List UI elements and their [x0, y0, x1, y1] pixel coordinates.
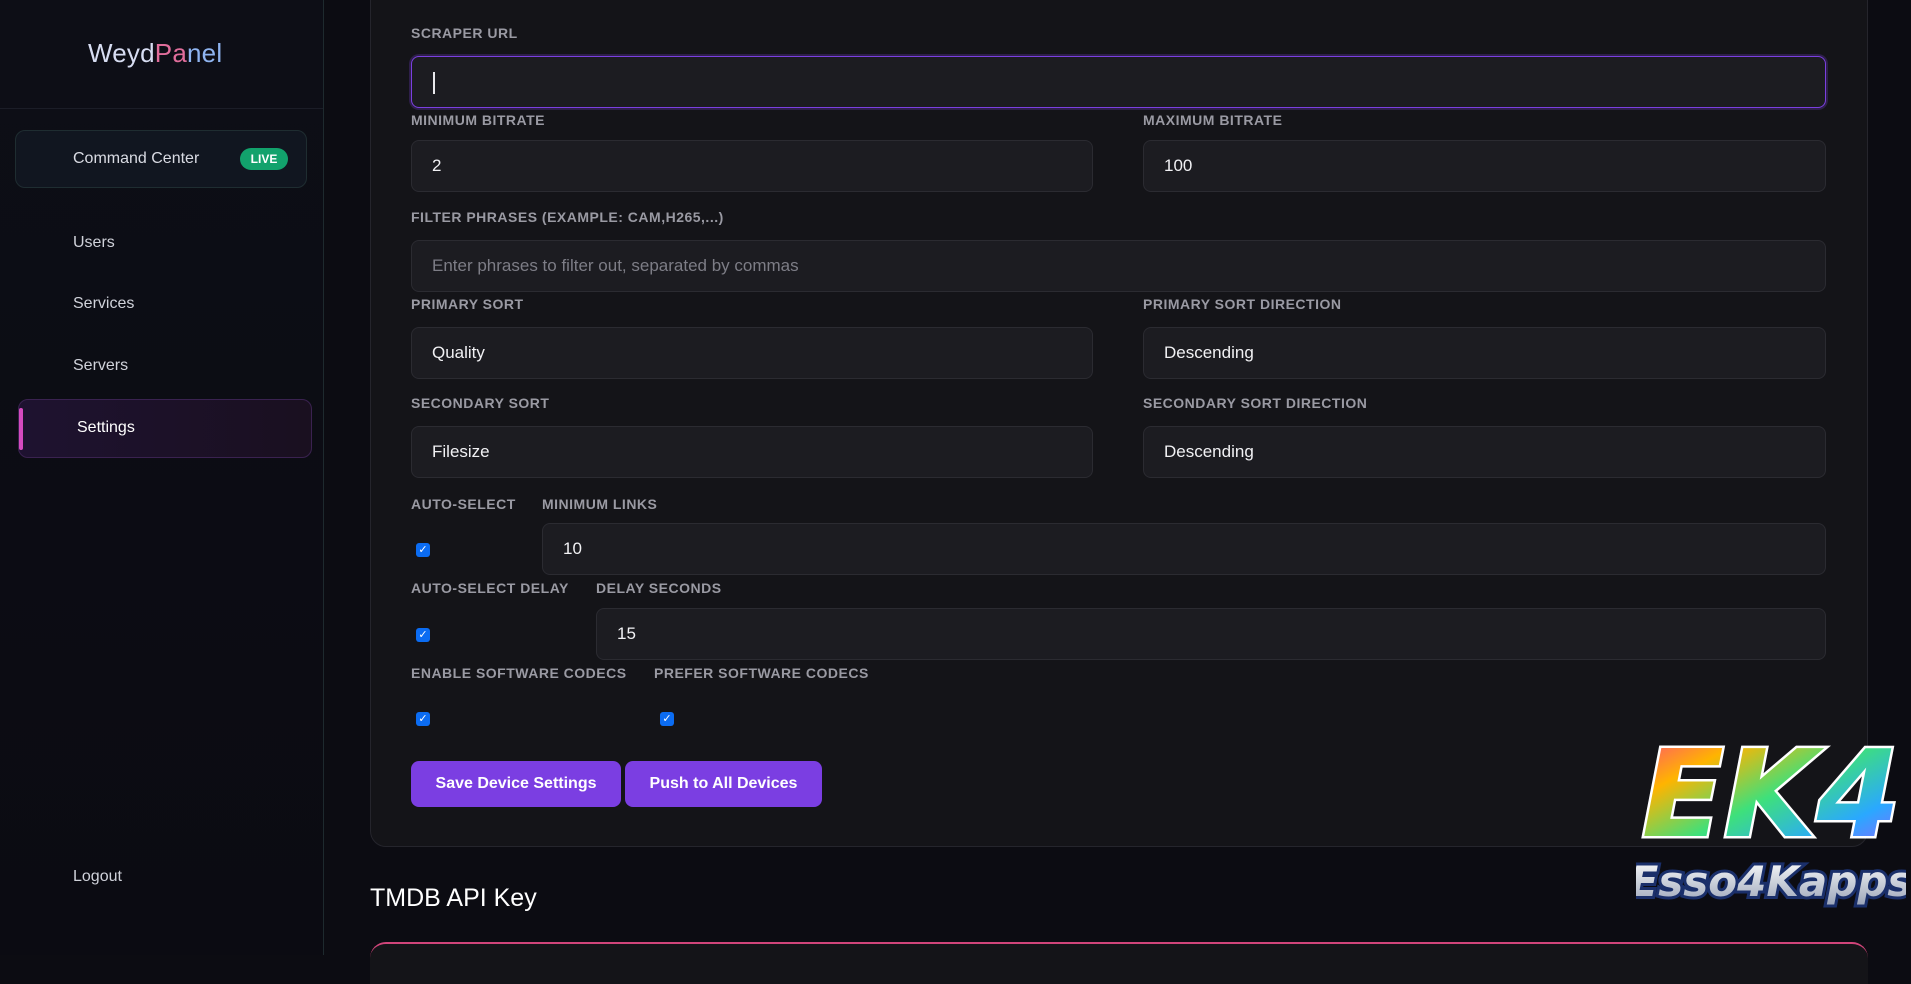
enable-software-codecs-label: ENABLE SOFTWARE CODECS: [411, 665, 627, 681]
sidebar-item-label: Users: [73, 234, 115, 251]
prefer-software-codecs-label: PREFER SOFTWARE CODECS: [654, 665, 869, 681]
logout-link[interactable]: Logout: [73, 868, 122, 886]
sidebar-item-label: Settings: [77, 419, 135, 436]
minimum-links-input[interactable]: 10: [542, 523, 1826, 575]
secondary-sort-label: SECONDARY SORT: [411, 395, 550, 411]
delay-seconds-label: DELAY SECONDS: [596, 580, 722, 596]
primary-sort-label: PRIMARY SORT: [411, 296, 524, 312]
watermark-ek4: EK4: [1642, 726, 1900, 865]
primary-sort-select[interactable]: Quality: [411, 327, 1093, 379]
prefer-software-codecs-checkbox[interactable]: ✓: [660, 712, 674, 726]
watermark-esso4kapps: Esso4Kapps: [1636, 857, 1906, 906]
primary-sort-direction-label: PRIMARY SORT DIRECTION: [1143, 296, 1342, 312]
sidebar-item-services[interactable]: Services: [73, 295, 134, 313]
text-caret: [433, 72, 435, 94]
sidebar-item-command-center[interactable]: Command Center LIVE: [15, 130, 307, 188]
sidebar-item-users[interactable]: Users: [73, 234, 115, 252]
sidebar-item-settings[interactable]: Settings: [18, 399, 312, 458]
live-badge: LIVE: [240, 148, 288, 170]
auto-select-label: AUTO-SELECT: [411, 496, 516, 512]
logo-part-3: nel: [187, 38, 223, 68]
auto-select-delay-label: AUTO-SELECT DELAY: [411, 580, 569, 596]
min-bitrate-label: MINIMUM BITRATE: [411, 112, 545, 128]
logo-part-1: Weyd: [88, 38, 155, 68]
max-bitrate-input[interactable]: 100: [1143, 140, 1826, 192]
push-to-all-devices-button[interactable]: Push to All Devices: [625, 761, 822, 807]
auto-select-checkbox[interactable]: ✓: [416, 543, 430, 557]
esso4kapps-watermark: EK4 Esso4Kapps: [1627, 716, 1911, 926]
tmdb-card: [370, 942, 1868, 984]
sidebar-item-label: Command Center: [73, 150, 200, 167]
sidebar-divider: [0, 108, 323, 109]
max-bitrate-label: MAXIMUM BITRATE: [1143, 112, 1283, 128]
secondary-sort-direction-select[interactable]: Descending: [1143, 426, 1826, 478]
filter-phrases-label: FILTER PHRASES (EXAMPLE: CAM,H265,...): [411, 209, 724, 225]
save-device-settings-button[interactable]: Save Device Settings: [411, 761, 621, 807]
enable-software-codecs-checkbox[interactable]: ✓: [416, 712, 430, 726]
filter-phrases-input[interactable]: Enter phrases to filter out, separated b…: [411, 240, 1826, 292]
scraper-url-label: SCRAPER URL: [411, 25, 518, 41]
sidebar-item-label: Services: [73, 295, 135, 312]
app-logo[interactable]: WeydPanel: [88, 38, 222, 69]
secondary-sort-select[interactable]: Filesize: [411, 426, 1093, 478]
minimum-links-label: MINIMUM LINKS: [542, 496, 658, 512]
active-indicator: [19, 408, 23, 450]
secondary-sort-direction-label: SECONDARY SORT DIRECTION: [1143, 395, 1368, 411]
sidebar-item-label: Servers: [73, 357, 129, 374]
auto-select-delay-checkbox[interactable]: ✓: [416, 628, 430, 642]
sidebar: WeydPanel Command Center LIVE Users Serv…: [0, 0, 324, 955]
sidebar-item-servers[interactable]: Servers: [73, 357, 128, 375]
primary-sort-direction-select[interactable]: Descending: [1143, 327, 1826, 379]
tmdb-section-title: TMDB API Key: [370, 884, 537, 912]
min-bitrate-input[interactable]: 2: [411, 140, 1093, 192]
delay-seconds-input[interactable]: 15: [596, 608, 1826, 660]
logo-part-2: Pa: [154, 38, 187, 68]
scraper-url-input[interactable]: [411, 56, 1826, 108]
